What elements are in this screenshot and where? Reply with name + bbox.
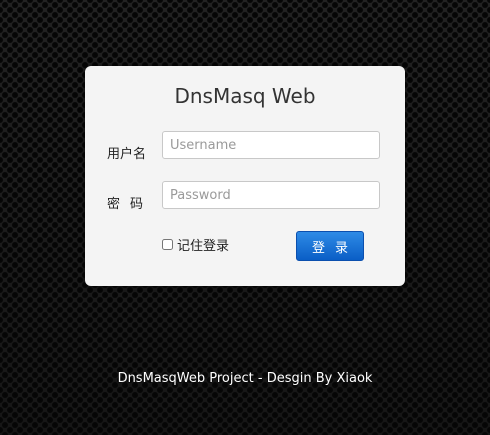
login-panel: DnsMasq Web 用户名 密码 记住登录 登录: [85, 66, 405, 286]
footer-credit: DnsMasqWeb Project - Desgin By Xiaok: [117, 371, 373, 386]
password-label: 密码: [107, 197, 154, 212]
remember-login-checkbox[interactable]: [162, 238, 173, 250]
username-label: 用户名: [107, 147, 147, 162]
username-input[interactable]: [162, 131, 380, 159]
remember-login-label: 记住登录: [177, 238, 230, 254]
password-input[interactable]: [162, 181, 380, 209]
login-button[interactable]: 登录: [296, 231, 364, 261]
login-title: DnsMasq Web: [174, 84, 316, 108]
remember-login-option[interactable]: 记住登录: [162, 236, 230, 254]
